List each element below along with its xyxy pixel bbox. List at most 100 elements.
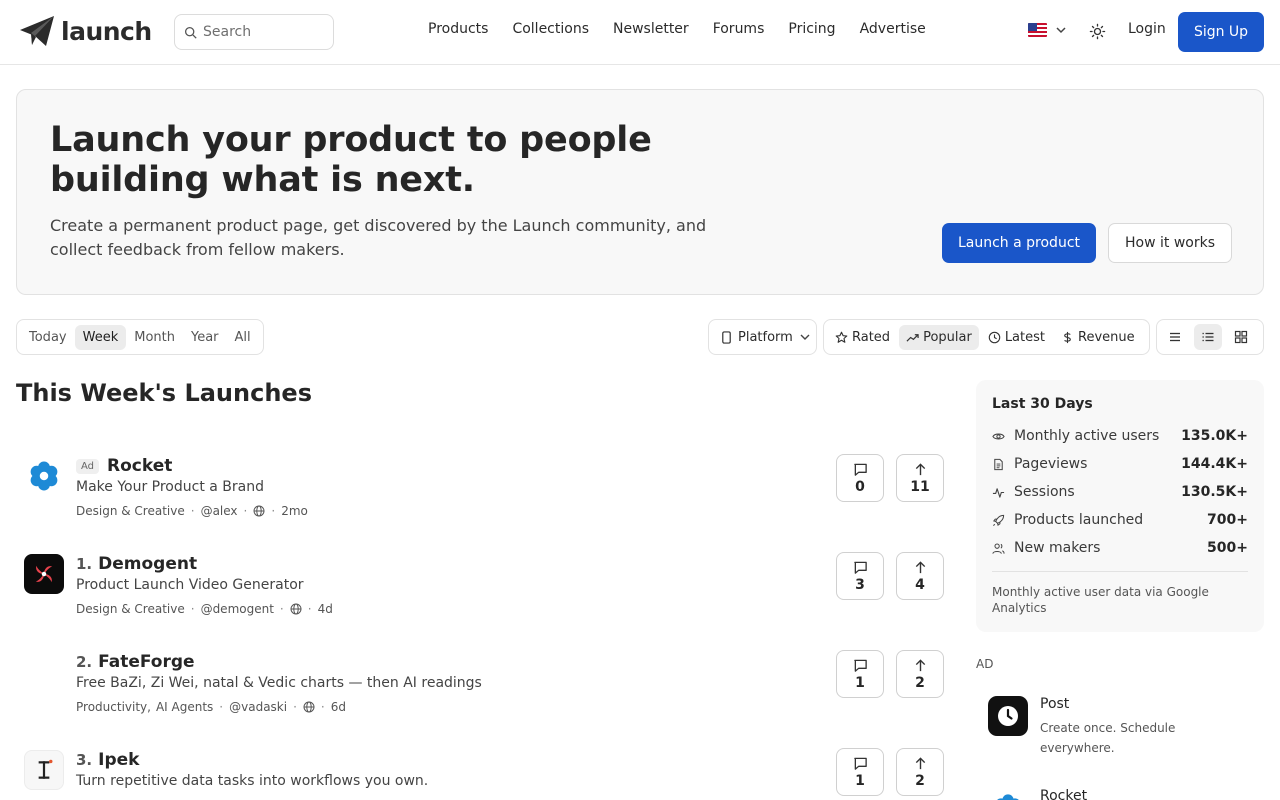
flower-icon xyxy=(30,461,58,491)
stat-value: 500+ xyxy=(1207,540,1248,556)
main-nav: Products Collections Newsletter Forums P… xyxy=(428,21,926,37)
category-link[interactable]: Productivity, xyxy=(76,700,151,714)
stat-label: Sessions xyxy=(1014,484,1075,500)
product-tagline: Turn repetitive data tasks into workflow… xyxy=(76,773,429,789)
product-meta: Productivity, AI Agents · @vadaski · · 6… xyxy=(76,700,347,714)
nav-newsletter[interactable]: Newsletter xyxy=(613,21,689,37)
view-list-button[interactable] xyxy=(1161,324,1190,350)
view-grid-button[interactable] xyxy=(1226,324,1255,350)
comments-button[interactable]: 0 xyxy=(836,454,884,502)
period-month[interactable]: Month xyxy=(126,325,183,350)
ad-name[interactable]: Post xyxy=(1040,696,1069,712)
product-name[interactable]: Rocket xyxy=(107,456,172,476)
section-title: This Week's Launches xyxy=(16,379,312,407)
product-tagline: Free BaZi, Zi Wei, natal & Vedic charts … xyxy=(76,675,482,691)
launch-title-row: 3. Ipek xyxy=(76,750,139,770)
comment-count: 0 xyxy=(855,478,865,495)
launch-rank: 2. xyxy=(76,653,93,671)
signup-button[interactable]: Sign Up xyxy=(1178,12,1264,52)
nav-forums[interactable]: Forums xyxy=(713,21,765,37)
search-input[interactable] xyxy=(203,24,323,40)
period-year[interactable]: Year xyxy=(183,325,227,350)
stat-row: Pageviews 144.4K+ xyxy=(992,454,1248,474)
top-header: launch Products Collections Newsletter F… xyxy=(0,0,1280,65)
search-box[interactable] xyxy=(174,14,334,50)
period-today[interactable]: Today xyxy=(21,325,75,350)
sidebar-ad-card[interactable]: Rocket xyxy=(976,788,1264,800)
upvote-button[interactable]: 4 xyxy=(896,552,944,600)
globe-icon[interactable] xyxy=(303,701,315,713)
upvote-count: 11 xyxy=(910,478,930,495)
launch-item[interactable]: 3. Ipek Turn repetitive data tasks into … xyxy=(16,748,946,800)
period-week[interactable]: Week xyxy=(74,324,127,350)
platform-dropdown[interactable]: Platform xyxy=(708,319,817,355)
chevron-down-icon xyxy=(800,334,810,340)
rocket-logo xyxy=(988,788,1028,800)
how-it-works-button[interactable]: How it works xyxy=(1108,223,1232,263)
comment-icon xyxy=(853,463,867,476)
sun-icon[interactable] xyxy=(1089,23,1106,40)
arrow-up-icon xyxy=(915,658,925,671)
stat-value: 135.0K+ xyxy=(1181,428,1248,444)
document-icon xyxy=(994,458,1003,470)
stats-panel: Last 30 Days Monthly active users 135.0K… xyxy=(976,380,1264,632)
comments-button[interactable]: 1 xyxy=(836,748,884,796)
globe-icon[interactable] xyxy=(253,505,265,517)
nav-pricing[interactable]: Pricing xyxy=(788,21,835,37)
sort-revenue-label: Revenue xyxy=(1078,329,1135,345)
nav-collections[interactable]: Collections xyxy=(512,21,589,37)
comment-icon xyxy=(853,757,867,770)
trending-up-icon xyxy=(906,333,919,342)
upvote-button[interactable]: 11 xyxy=(896,454,944,502)
login-link[interactable]: Login xyxy=(1128,21,1166,37)
ad-name[interactable]: Rocket xyxy=(1040,788,1087,800)
language-selector[interactable] xyxy=(1028,23,1066,37)
clock-icon xyxy=(998,706,1018,726)
upvote-button[interactable]: 2 xyxy=(896,748,944,796)
category-link[interactable]: AI Agents xyxy=(156,700,213,714)
comments-button[interactable]: 3 xyxy=(836,552,884,600)
sidebar-ad-card[interactable]: Post Create once. Schedule everywhere. xyxy=(976,696,1264,756)
maker-link[interactable]: @vadaski xyxy=(229,700,287,714)
upvote-button[interactable]: 2 xyxy=(896,650,944,698)
paper-plane-icon xyxy=(20,16,54,46)
phone-icon xyxy=(722,330,731,344)
category-link[interactable]: Design & Creative xyxy=(76,504,185,518)
product-name[interactable]: Ipek xyxy=(98,750,139,770)
launch-item[interactable]: 2. FateForge Free BaZi, Zi Wei, natal & … xyxy=(16,650,946,742)
stat-row: Products launched 700+ xyxy=(992,510,1248,530)
arrow-up-icon xyxy=(915,462,925,475)
swirl-icon xyxy=(35,565,53,583)
globe-icon[interactable] xyxy=(290,603,302,615)
launch-item[interactable]: 1. Demogent Product Launch Video Generat… xyxy=(16,552,946,644)
hero-title: Launch your product to people building w… xyxy=(50,120,652,200)
cursor-i-icon xyxy=(38,759,53,779)
sort-popular[interactable]: Popular xyxy=(899,324,979,350)
ad-badge: Ad xyxy=(76,458,100,474)
grid-icon xyxy=(1234,330,1247,344)
nav-products[interactable]: Products xyxy=(428,21,488,37)
product-meta: Design & Creative · @demogent · · 4d xyxy=(76,602,333,616)
launch-product-button[interactable]: Launch a product xyxy=(942,223,1096,263)
sort-popular-label: Popular xyxy=(923,329,972,345)
upvote-count: 2 xyxy=(915,674,925,691)
product-name[interactable]: Demogent xyxy=(98,554,197,574)
eye-icon xyxy=(992,433,1005,439)
nav-advertise[interactable]: Advertise xyxy=(860,21,926,37)
comments-button[interactable]: 1 xyxy=(836,650,884,698)
launch-item[interactable]: Ad Rocket Make Your Product a Brand Desi… xyxy=(16,454,946,546)
maker-link[interactable]: @alex xyxy=(201,504,238,518)
sort-latest[interactable]: Latest xyxy=(981,325,1052,350)
stat-label: Monthly active users xyxy=(1014,428,1160,444)
sort-rated[interactable]: Rated xyxy=(828,325,897,350)
sort-revenue[interactable]: Revenue xyxy=(1054,325,1142,350)
product-name[interactable]: FateForge xyxy=(98,652,194,672)
detailed-list-icon xyxy=(1202,332,1214,342)
logo[interactable]: launch xyxy=(18,14,152,48)
category-link[interactable]: Design & Creative xyxy=(76,602,185,616)
maker-link[interactable]: @demogent xyxy=(201,602,274,616)
star-icon xyxy=(835,331,848,343)
view-detailed-list-button[interactable] xyxy=(1193,324,1223,350)
stat-row: Monthly active users 135.0K+ xyxy=(992,426,1248,446)
period-all[interactable]: All xyxy=(227,325,259,350)
